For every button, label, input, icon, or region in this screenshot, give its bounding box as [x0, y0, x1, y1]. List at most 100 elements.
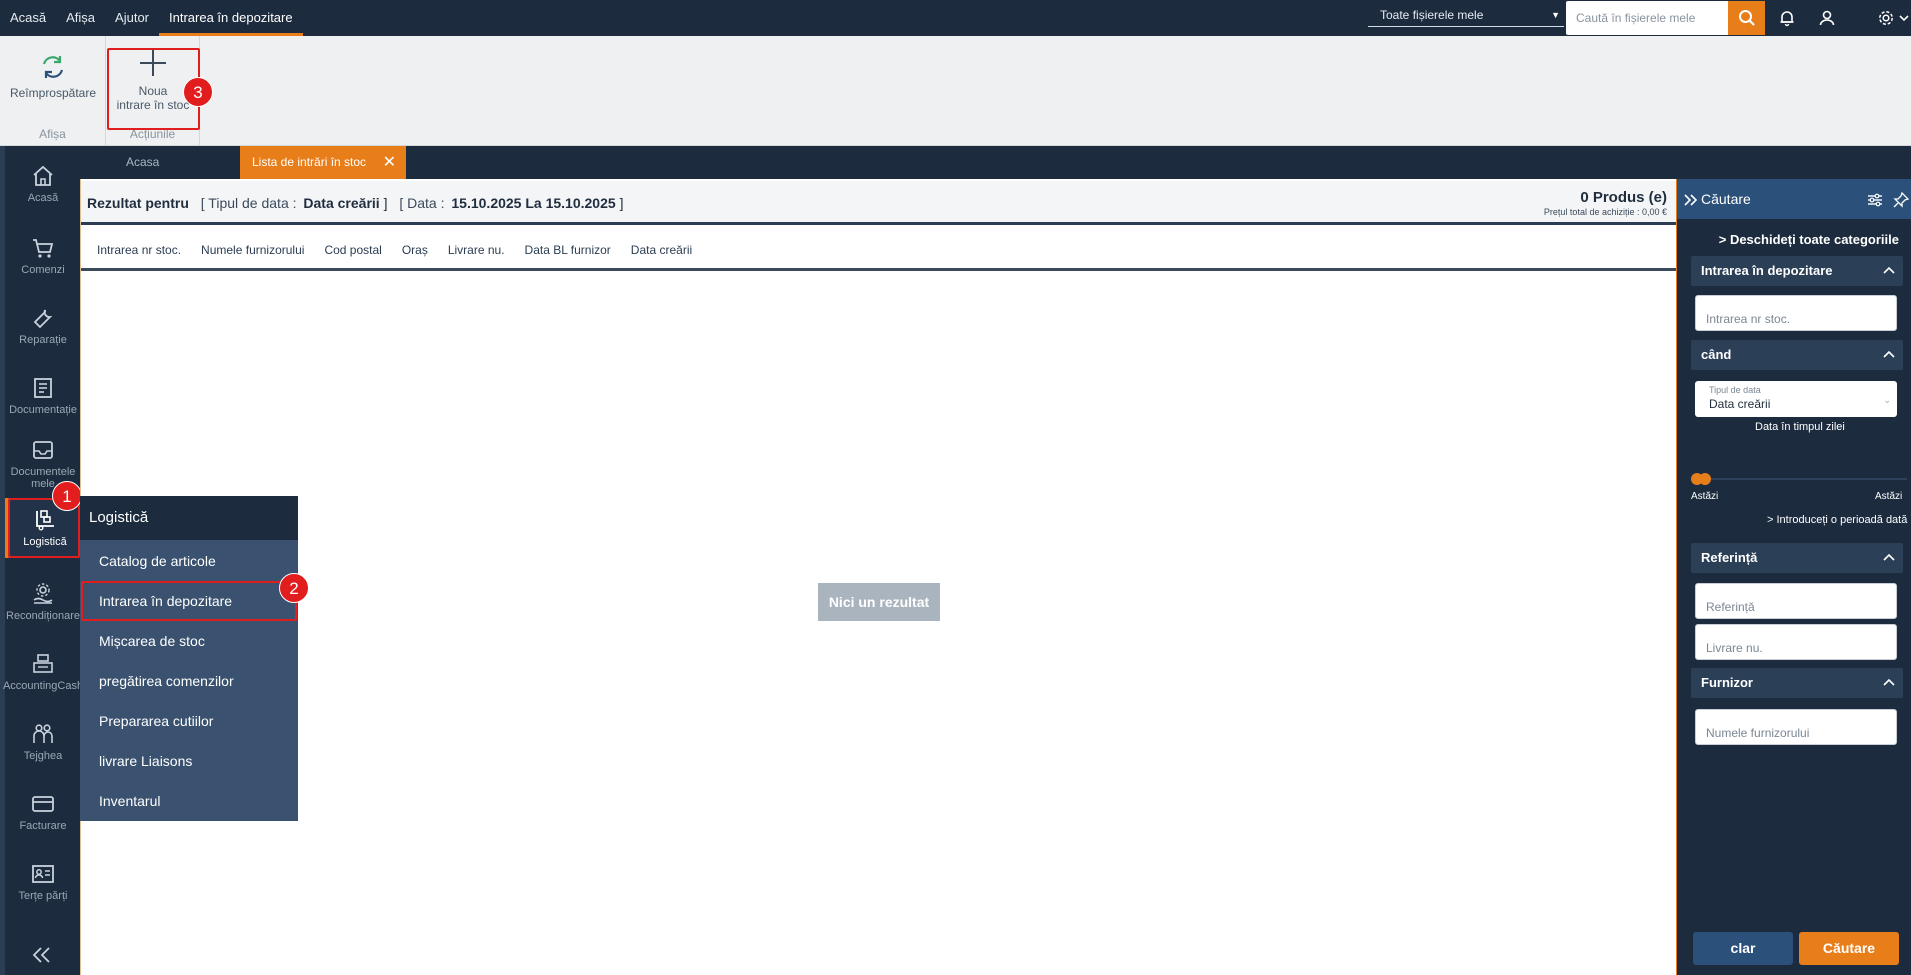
close-icon[interactable]: ✕	[383, 146, 396, 179]
supplier-name-input[interactable]	[1696, 710, 1896, 744]
double-chevron-left-icon	[32, 947, 50, 963]
chevron-up-icon	[1883, 543, 1895, 573]
column-header-creation-date[interactable]: Data creării	[631, 243, 692, 257]
tab-label: Lista de intrări în stoc	[252, 155, 367, 169]
sidebar-item-reconditionare[interactable]: Recondiționare	[5, 582, 81, 622]
menu-item-box-preparation[interactable]: Prepararea cutiilor	[80, 701, 298, 741]
delivery-number-input[interactable]	[1696, 625, 1896, 659]
result-prefix: Rezultat pentru	[87, 195, 189, 211]
settings-chevron[interactable]	[1897, 6, 1911, 30]
filter-settings-icon[interactable]	[1867, 179, 1883, 219]
open-all-label: Deschideți toate categoriile	[1729, 232, 1899, 247]
result-close-bracket-2: ]	[619, 195, 624, 211]
column-header-postal-code[interactable]: Cod postal	[324, 243, 381, 257]
open-all-categories-link[interactable]: > Deschideți toate categoriile	[1719, 232, 1899, 247]
date-slider-track[interactable]	[1695, 478, 1907, 480]
bell-icon	[1780, 11, 1794, 27]
sidebar-item-acasa[interactable]: Acasă	[5, 164, 81, 204]
column-header-supplier-name[interactable]: Numele furnizorului	[201, 243, 304, 257]
sidebar-label: Tejghea	[23, 750, 63, 762]
search-submit-button[interactable]: Căutare	[1799, 932, 1899, 965]
sidebar-item-facturare[interactable]: Facturare	[5, 792, 81, 832]
global-search-button[interactable]	[1728, 1, 1765, 35]
menu-item-liaisons-delivery[interactable]: livrare Liaisons	[80, 741, 298, 781]
section-when[interactable]: când	[1691, 340, 1903, 370]
date-type-value: Data creării	[1709, 397, 1771, 411]
sidebar-collapse-button[interactable]	[31, 946, 53, 967]
section-title: când	[1701, 347, 1732, 362]
stock-entry-number-input[interactable]	[1696, 296, 1896, 330]
result-count: 0 Produs (e)	[1580, 189, 1667, 206]
id-card-icon	[32, 865, 54, 883]
column-header-supplier-bl-date[interactable]: Data BL furnizor	[525, 243, 611, 257]
delivery-number-field	[1695, 624, 1897, 660]
dropdown-title: Logistică	[80, 496, 298, 540]
refresh-button[interactable]: Reîmprospătare	[8, 52, 98, 100]
chevron-right-icon: >	[1718, 232, 1727, 247]
files-scope-select[interactable]: Toate fișierele mele ▼	[1368, 3, 1564, 27]
user-button[interactable]	[1815, 6, 1839, 30]
sidebar-item-reparatie[interactable]: Reparație	[5, 306, 81, 346]
menu-item-catalog[interactable]: Catalog de articole	[80, 541, 298, 581]
card-icon	[32, 796, 54, 812]
top-bar: Acasă Afișa Ajutor Intrarea în depozitar…	[0, 0, 1911, 36]
sidebar-item-terte-parti[interactable]: Terțe părți	[5, 862, 81, 902]
step-badge-3: 3	[183, 77, 213, 107]
menu-item-stock-movement[interactable]: Mișcarea de stoc	[80, 621, 298, 661]
menu-item-inventory[interactable]: Inventarul	[80, 781, 298, 821]
notifications-button[interactable]	[1775, 6, 1799, 30]
column-header-city[interactable]: Oraș	[402, 243, 428, 257]
pin-icon[interactable]	[1893, 179, 1910, 219]
step-badge-1: 1	[52, 481, 82, 511]
menu-intrarea-in-depozitare[interactable]: Intrarea în depozitare	[159, 0, 303, 36]
settings-button[interactable]	[1874, 6, 1898, 30]
section-stock-entry[interactable]: Intrarea în depozitare	[1691, 256, 1903, 286]
tab-stock-entries-list[interactable]: Lista de intrări în stoc ✕	[240, 146, 406, 179]
column-header-entry-no[interactable]: Intrarea nr stoc.	[97, 243, 181, 257]
sidebar-item-accountingcash[interactable]: AccountingCash	[2, 652, 84, 692]
date-type-select[interactable]: Tipul de data Data creării ⌄	[1695, 381, 1897, 417]
date-slider-handle-end[interactable]	[1699, 473, 1711, 485]
refresh-icon	[42, 56, 64, 78]
double-chevron-right-icon[interactable]	[1683, 179, 1699, 219]
search-panel-header: Căutare	[1677, 179, 1911, 219]
stock-entry-number-field	[1695, 295, 1897, 331]
cash-register-icon	[33, 654, 53, 673]
menu-afisa[interactable]: Afișa	[56, 0, 105, 36]
sidebar-label: AccountingCash	[2, 680, 84, 692]
global-search-input[interactable]	[1566, 1, 1728, 35]
step-badge-2: 2	[279, 573, 309, 603]
result-filter-summary: Rezultat pentru [ Tipul de data : Data c…	[87, 195, 623, 211]
column-header-delivery-no[interactable]: Livrare nu.	[448, 243, 505, 257]
tab-acasa[interactable]: Acasa	[114, 146, 171, 179]
reference-input[interactable]	[1696, 584, 1896, 618]
result-date-sep: La	[525, 195, 542, 211]
sidebar-item-tejghea[interactable]: Tejghea	[5, 722, 81, 762]
refresh-label: Reîmprospătare	[9, 86, 97, 100]
wrench-icon	[33, 309, 53, 329]
sidebar-label: Recondiționare	[6, 610, 80, 622]
menu-acasa[interactable]: Acasă	[0, 0, 56, 36]
tab-bar: Acasa Lista de intrări în stoc ✕	[80, 146, 1911, 179]
sidebar-item-documentatie[interactable]: Documentație	[5, 376, 81, 416]
sidebar-item-comenzi[interactable]: Comenzi	[5, 236, 81, 276]
menu-ajutor[interactable]: Ajutor	[105, 0, 159, 36]
ribbon-toolbar: Reîmprospătare Afișa Noua intrare în sto…	[0, 36, 1911, 146]
global-search	[1566, 1, 1728, 35]
main-content: Rezultat pentru [ Tipul de data : Data c…	[80, 179, 1677, 975]
section-reference[interactable]: Referință	[1691, 543, 1903, 573]
date-type-label: Tipul de data	[1709, 385, 1761, 395]
menu-item-order-preparation[interactable]: pregătirea comenzilor	[80, 661, 298, 701]
result-total-price: Prețul total de achiziție : 0,00 €	[1543, 207, 1667, 217]
clear-button[interactable]: clar	[1693, 932, 1793, 965]
ribbon-group-display: Reîmprospătare Afișa	[0, 36, 106, 146]
table-header: Intrarea nr stoc. Numele furnizorului Co…	[81, 231, 1677, 271]
chevron-up-icon	[1883, 668, 1895, 698]
sidebar-label: Reparație	[19, 334, 67, 346]
enter-period-link[interactable]: > Introduceți o perioadă dată	[1767, 514, 1907, 526]
section-supplier[interactable]: Furnizor	[1691, 668, 1903, 698]
section-title: Referință	[1701, 550, 1758, 565]
result-close-bracket: ]	[383, 195, 388, 211]
slider-label-end: Astăzi	[1875, 491, 1903, 502]
sidebar-label: Facturare	[19, 820, 67, 832]
